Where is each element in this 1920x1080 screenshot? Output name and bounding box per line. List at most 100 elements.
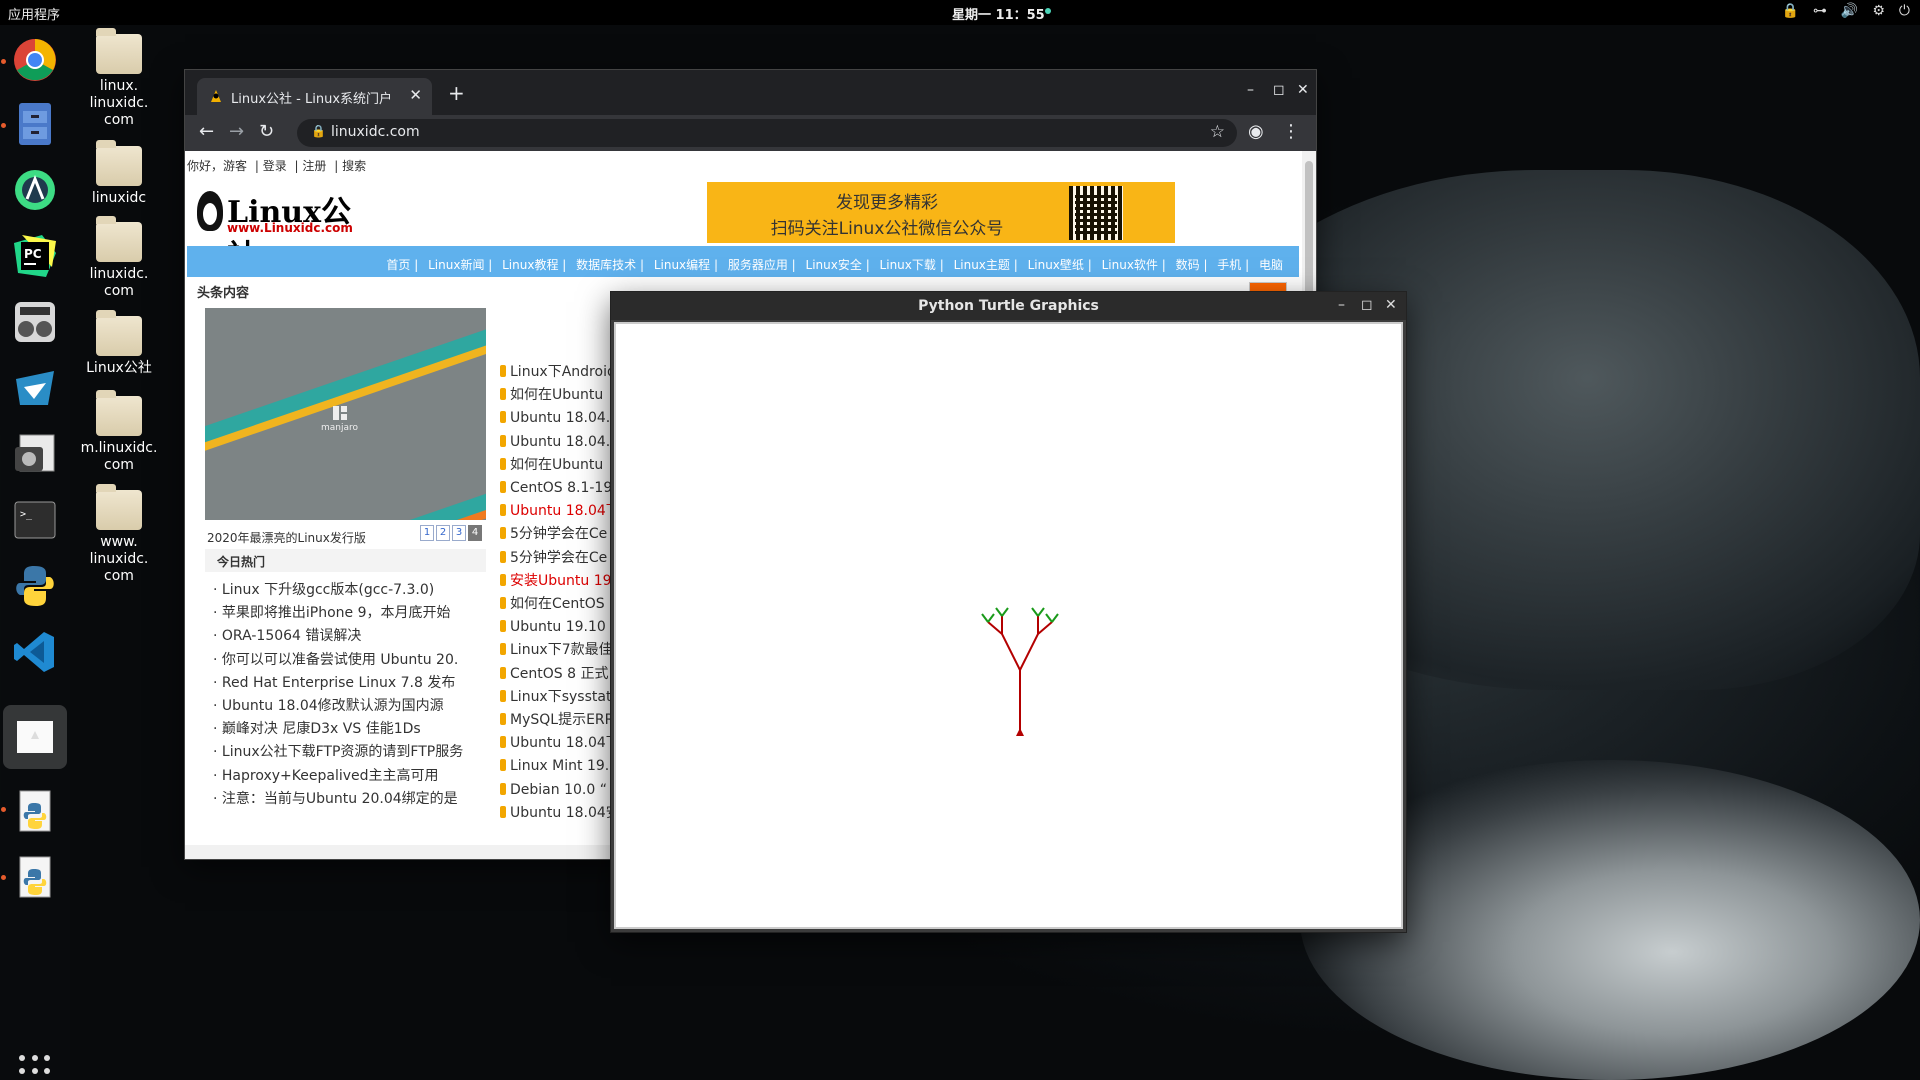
list-item[interactable]: · 巅峰对决 尼康D3x VS 佳能1Ds — [213, 718, 463, 741]
news-item[interactable]: CentOS 8.1-191 — [500, 477, 620, 500]
news-item[interactable]: 如何在Ubuntu — [500, 384, 620, 407]
news-item[interactable]: Ubuntu 18.04.4 — [500, 431, 620, 454]
reload-icon[interactable]: ↻ — [259, 121, 274, 142]
python-file-icon[interactable] — [8, 785, 62, 839]
minimize-icon[interactable]: – — [1247, 82, 1254, 98]
menu-icon[interactable]: ⋮ — [1282, 121, 1300, 142]
pager-item[interactable]: 1 — [420, 525, 434, 541]
news-item[interactable]: 5分钟学会在Ce — [500, 523, 620, 546]
bookmark-star-icon[interactable]: ☆ — [1210, 122, 1225, 142]
nav-item[interactable]: Linux软件 — [1102, 258, 1158, 272]
news-item[interactable]: 如何在Ubuntu — [500, 454, 620, 477]
browser-tab[interactable]: Linux公社 - Linux系统门户 ✕ — [197, 78, 432, 115]
terminal-icon[interactable]: >_ — [8, 493, 62, 547]
list-item[interactable]: · Linux公社下载FTP资源的请到FTP服务 — [213, 741, 463, 764]
news-item[interactable]: Ubuntu 18.04下 — [500, 500, 620, 523]
news-item[interactable]: Ubuntu 18.04安 — [500, 802, 620, 825]
minimize-icon[interactable]: – — [1338, 297, 1345, 313]
desktop-folder[interactable]: linuxidc — [69, 140, 169, 207]
news-item[interactable]: Linux下Android — [500, 361, 620, 384]
nav-item[interactable]: 数码 — [1176, 258, 1200, 272]
list-item[interactable]: · Red Hat Enterprise Linux 7.8 发布 — [213, 672, 463, 695]
list-item[interactable]: · Ubuntu 18.04修改默认源为国内源 — [213, 695, 463, 718]
volume-icon[interactable]: 🔊 — [1841, 3, 1858, 19]
desktop-folder[interactable]: linuxidc. com — [69, 216, 169, 300]
applications-menu[interactable]: 应用程序 — [8, 4, 60, 23]
android-studio-icon[interactable] — [8, 163, 62, 217]
close-icon[interactable]: ✕ — [1385, 297, 1397, 313]
nav-item[interactable]: Linux主题 — [954, 258, 1010, 272]
power-icon[interactable]: ⏻ — [1899, 3, 1910, 19]
news-item[interactable]: Ubuntu 19.10 I — [500, 616, 620, 639]
files-icon[interactable] — [8, 97, 62, 151]
blank-app-icon[interactable] — [3, 705, 67, 769]
list-item[interactable]: · 注意：当前与Ubuntu 20.04绑定的是 — [213, 788, 463, 811]
desktop-folder[interactable]: Linux公社 — [69, 310, 169, 377]
news-item[interactable]: MySQL提示ERR — [500, 709, 620, 732]
feature-caption[interactable]: 2020年最漂亮的Linux发行版 — [207, 529, 366, 546]
list-item[interactable]: · ORA-15064 错误解决 — [213, 625, 463, 648]
turtle-canvas[interactable] — [614, 322, 1403, 929]
news-item[interactable]: Linux下7款最佳 — [500, 639, 620, 662]
pycharm-icon[interactable]: PC — [8, 229, 62, 283]
settings-icon[interactable]: ⚙ — [1872, 3, 1885, 19]
nav-item[interactable]: Linux壁纸 — [1028, 258, 1084, 272]
list-item[interactable]: · Linux 下升级gcc版本(gcc-7.3.0) — [213, 579, 463, 602]
news-item[interactable]: Linux下sysstat — [500, 686, 620, 709]
close-icon[interactable]: ✕ — [1297, 82, 1309, 98]
turtle-titlebar[interactable]: Python Turtle Graphics — [611, 292, 1406, 320]
news-item[interactable]: 5分钟学会在Ce — [500, 547, 620, 570]
chrome-icon[interactable] — [8, 33, 62, 87]
forward-icon[interactable]: → — [229, 121, 244, 142]
news-item[interactable]: 安装Ubuntu 19 — [500, 570, 620, 593]
pager-item[interactable]: 2 — [436, 525, 450, 541]
news-item[interactable]: Ubuntu 18.04.4 — [500, 407, 620, 430]
news-item[interactable]: Debian 10.0 “ — [500, 779, 620, 802]
nav-item[interactable]: Linux新闻 — [428, 258, 484, 272]
nav-item[interactable]: Linux教程 — [502, 258, 558, 272]
login-link[interactable]: 登录 — [263, 159, 287, 173]
nav-item[interactable]: 数据库技术 — [576, 258, 636, 272]
desktop-folder[interactable]: m.linuxidc. com — [69, 390, 169, 474]
python-file-icon-2[interactable] — [8, 851, 62, 905]
pager-item-active[interactable]: 4 — [468, 525, 482, 541]
site-logo[interactable]: Linux公社 www.Linuxidc.com — [197, 187, 357, 274]
register-link[interactable]: 注册 — [302, 159, 326, 173]
list-item[interactable]: · 苹果即将推出iPhone 9，本月底开始 — [213, 602, 463, 625]
lock-icon[interactable]: 🔒 — [1781, 3, 1798, 19]
search-link[interactable]: 搜索 — [342, 159, 366, 173]
news-item[interactable]: CentOS 8 正式 — [500, 663, 620, 686]
nav-item[interactable]: Linux编程 — [654, 258, 710, 272]
desktop-folder[interactable]: linux. linuxidc. com — [69, 28, 169, 129]
show-apps-icon[interactable] — [19, 1055, 51, 1080]
list-item[interactable]: · 你可以可以准备尝试使用 Ubuntu 20. — [213, 649, 463, 672]
nav-item[interactable]: 手机 — [1217, 258, 1241, 272]
back-icon[interactable]: ← — [199, 121, 214, 142]
python-icon[interactable] — [8, 559, 62, 613]
news-item[interactable]: 如何在CentOS — [500, 593, 620, 616]
nav-item[interactable]: Linux安全 — [806, 258, 862, 272]
nav-item[interactable]: Linux下载 — [880, 258, 936, 272]
nav-item[interactable]: 电脑 — [1259, 258, 1283, 272]
mixer-icon[interactable] — [8, 295, 62, 349]
feature-image[interactable]: manjaro — [205, 308, 486, 520]
close-tab-icon[interactable]: ✕ — [409, 86, 422, 104]
clock[interactable]: 星期一 11：55 — [952, 4, 1045, 23]
screenshot-icon[interactable] — [8, 427, 62, 481]
nav-item[interactable]: 首页 — [386, 258, 410, 272]
desktop-folder[interactable]: www. linuxidc. com — [69, 484, 169, 585]
pager-item[interactable]: 3 — [452, 525, 466, 541]
maximize-icon[interactable]: ◻ — [1361, 297, 1373, 313]
profile-icon[interactable]: ◉ — [1248, 121, 1264, 142]
nav-item[interactable]: 服务器应用 — [728, 258, 788, 272]
store-icon[interactable] — [8, 361, 62, 415]
wechat-banner[interactable]: 发现更多精彩 扫码关注Linux公社微信公众号 — [707, 182, 1175, 243]
network-icon[interactable]: ⊶ — [1813, 3, 1827, 19]
list-item[interactable]: · Haproxy+Keepalived主主高可用 — [213, 765, 463, 788]
maximize-icon[interactable]: ◻ — [1273, 82, 1285, 98]
address-bar[interactable]: 🔒 linuxidc.com ☆ — [297, 119, 1237, 147]
news-item[interactable]: Ubuntu 18.04下 — [500, 732, 620, 755]
new-tab-button[interactable]: + — [448, 81, 465, 105]
news-item[interactable]: Linux Mint 19.2 — [500, 755, 620, 778]
vscode-icon[interactable] — [8, 625, 62, 679]
